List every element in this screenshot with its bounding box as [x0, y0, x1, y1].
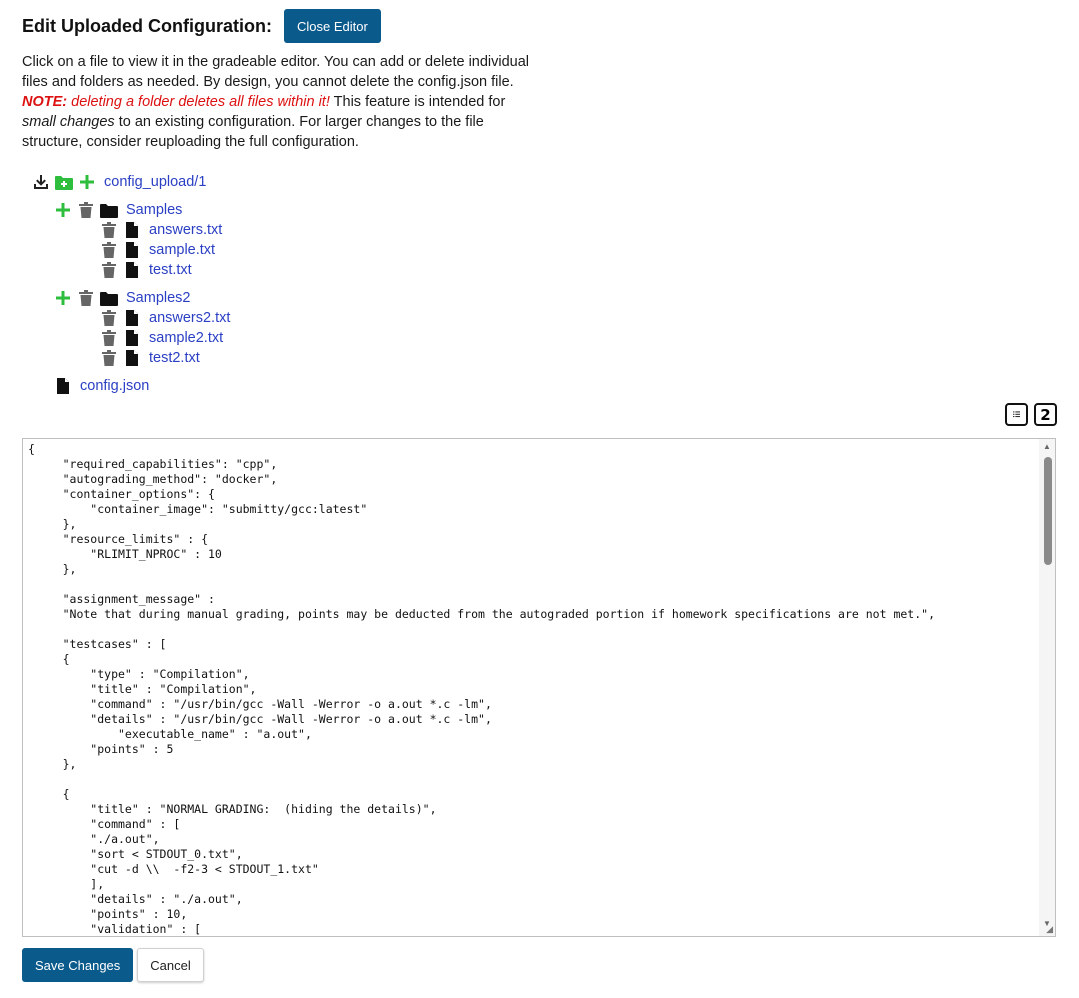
list-ordered-icon[interactable] [1005, 403, 1028, 426]
trash-icon[interactable] [100, 241, 118, 259]
file-row: answers.txt [100, 220, 222, 240]
file-icon [123, 309, 141, 327]
folder-link[interactable]: Samples2 [126, 290, 190, 306]
file-link[interactable]: test.txt [149, 262, 192, 278]
footer-actions: Save Changes Cancel [22, 948, 204, 982]
add-file-icon[interactable] [54, 289, 72, 307]
note-warning: NOTE: deleting a folder deletes all file… [22, 94, 330, 110]
download-icon[interactable] [32, 173, 50, 191]
file-row: config.json [54, 376, 149, 396]
trash-icon[interactable] [100, 261, 118, 279]
trash-icon[interactable] [77, 201, 95, 219]
instructions-text-2: This feature is intended for [329, 94, 506, 110]
file-link[interactable]: answers.txt [149, 222, 222, 238]
file-link[interactable]: sample2.txt [149, 330, 223, 346]
tree-root-row: config_upload/1 [32, 172, 206, 192]
tab-size-button[interactable]: 2 [1034, 403, 1057, 426]
file-link[interactable]: sample.txt [149, 242, 215, 258]
file-row: sample2.txt [100, 328, 223, 348]
trash-icon[interactable] [77, 289, 95, 307]
folder-link[interactable]: Samples [126, 202, 182, 218]
resize-handle-icon[interactable]: ◢ [1046, 924, 1053, 935]
file-icon [123, 221, 141, 239]
code-editor[interactable]: { "required_capabilities": "cpp", "autog… [22, 438, 1056, 937]
instructions-emphasis: small changes [22, 114, 115, 130]
add-file-icon[interactable] [54, 201, 72, 219]
instructions: Click on a file to view it in the gradea… [22, 52, 542, 152]
file-icon [123, 261, 141, 279]
close-editor-button[interactable]: Close Editor [283, 9, 381, 43]
folder-row: Samples [54, 200, 182, 220]
scroll-up-icon[interactable]: ▲ [1043, 442, 1051, 451]
cancel-button[interactable]: Cancel [137, 948, 204, 982]
file-icon [54, 377, 72, 395]
folder-row: Samples2 [54, 288, 190, 308]
folder-icon [100, 289, 118, 307]
root-folder-link[interactable]: config_upload/1 [104, 174, 206, 190]
trash-icon[interactable] [100, 349, 118, 367]
page-title: Edit Uploaded Configuration: [22, 15, 272, 36]
file-icon [123, 329, 141, 347]
file-link[interactable]: test2.txt [149, 350, 200, 366]
trash-icon[interactable] [100, 329, 118, 347]
config-json-link[interactable]: config.json [80, 378, 149, 394]
trash-icon[interactable] [100, 221, 118, 239]
scrollbar-thumb[interactable] [1044, 457, 1052, 565]
editor-header: Edit Uploaded Configuration: Close Edito… [22, 9, 381, 43]
file-row: answers2.txt [100, 308, 230, 328]
note-text: deleting a folder deletes all files with… [67, 94, 330, 110]
file-link[interactable]: answers2.txt [149, 310, 230, 326]
file-row: sample.txt [100, 240, 215, 260]
note-label: NOTE: [22, 94, 68, 110]
file-icon [123, 241, 141, 259]
file-row: test2.txt [100, 348, 200, 368]
add-folder-icon[interactable] [55, 173, 73, 191]
editor-toolbar: 2 [1005, 403, 1057, 426]
file-row: test.txt [100, 260, 192, 280]
trash-icon[interactable] [100, 309, 118, 327]
save-changes-button[interactable]: Save Changes [22, 948, 134, 982]
file-icon [123, 349, 141, 367]
code-content[interactable]: { "required_capabilities": "cpp", "autog… [23, 439, 1055, 936]
instructions-text: Click on a file to view it in the gradea… [22, 54, 530, 90]
add-file-icon[interactable] [78, 173, 96, 191]
editor-scrollbar[interactable]: ▲ ▼ [1039, 439, 1055, 936]
folder-icon [100, 201, 118, 219]
